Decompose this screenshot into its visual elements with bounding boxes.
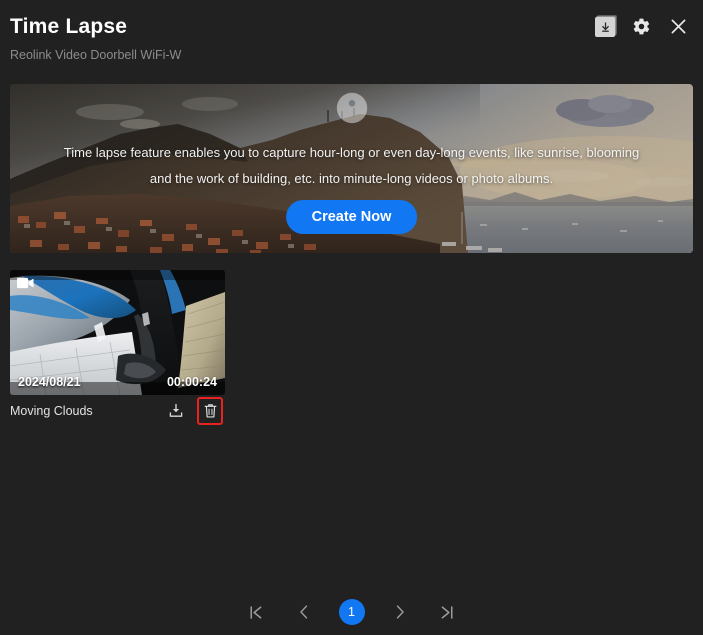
window-header: Time Lapse Reolink Video Doorbell WiFi-W bbox=[0, 0, 703, 76]
timelapse-thumbnail[interactable]: 2024/08/21 00:00:24 bbox=[10, 270, 225, 395]
download-button[interactable] bbox=[595, 16, 615, 37]
header-actions bbox=[595, 16, 689, 37]
close-button[interactable] bbox=[668, 16, 689, 37]
gear-icon bbox=[633, 18, 650, 35]
timelapse-item-card: 2024/08/21 00:00:24 Moving Clouds bbox=[10, 270, 225, 429]
device-name-label: Reolink Video Doorbell WiFi-W bbox=[10, 48, 182, 62]
page-number-1[interactable]: 1 bbox=[338, 599, 365, 625]
download-icon bbox=[595, 16, 615, 37]
chevron-left-icon bbox=[299, 605, 307, 619]
thumbnail-duration: 00:00:24 bbox=[166, 375, 217, 389]
pagination: 1 bbox=[0, 599, 703, 625]
item-title: Moving Clouds bbox=[10, 404, 93, 418]
last-page-icon bbox=[441, 605, 453, 619]
video-camera-icon bbox=[17, 277, 34, 289]
close-icon bbox=[671, 19, 686, 34]
next-page-button[interactable] bbox=[387, 599, 413, 625]
prev-page-button[interactable] bbox=[291, 599, 317, 625]
item-footer: Moving Clouds bbox=[10, 395, 225, 429]
banner-description: Time lapse feature enables you to captur… bbox=[63, 145, 640, 186]
trash-icon bbox=[203, 404, 217, 418]
item-actions bbox=[163, 397, 223, 425]
first-page-button[interactable] bbox=[243, 599, 269, 625]
delete-item-button[interactable] bbox=[197, 397, 223, 425]
first-page-icon bbox=[250, 605, 262, 619]
last-page-button[interactable] bbox=[435, 599, 461, 625]
promo-banner: Time lapse feature enables you to captur… bbox=[10, 84, 693, 253]
create-now-button[interactable]: Create Now bbox=[285, 200, 418, 234]
settings-button[interactable] bbox=[632, 17, 651, 36]
time-lapse-window: Time Lapse Reolink Video Doorbell WiFi-W bbox=[0, 0, 703, 635]
page-title: Time Lapse bbox=[10, 15, 128, 38]
download-item-button[interactable] bbox=[163, 397, 189, 425]
reolink-logo-icon bbox=[333, 89, 371, 127]
thumbnail-date: 2024/08/21 bbox=[18, 375, 81, 389]
chevron-right-icon bbox=[396, 605, 404, 619]
download-item-icon bbox=[169, 403, 183, 417]
